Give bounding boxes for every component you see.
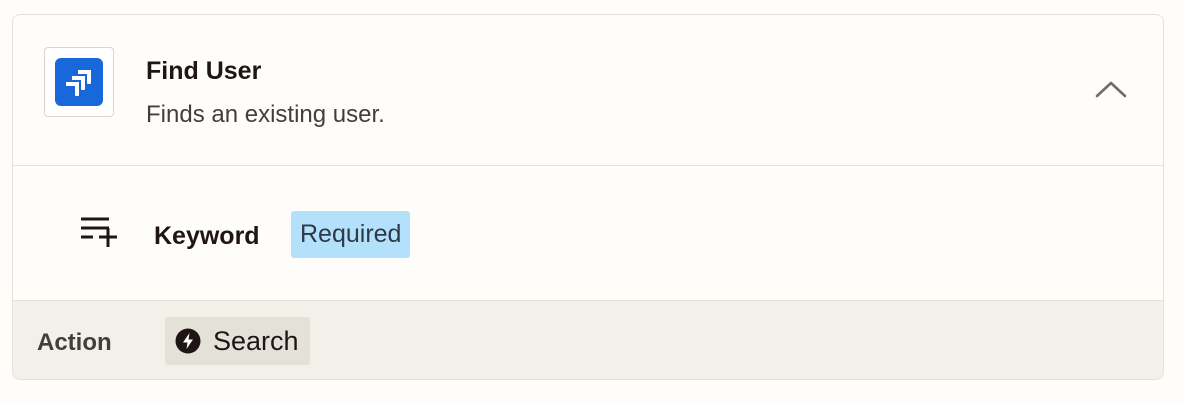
add-field-icon[interactable] [79, 214, 119, 250]
action-type-chip[interactable]: Search [165, 317, 310, 365]
field-label: Keyword [154, 222, 260, 250]
chevron-up-icon [1095, 81, 1127, 98]
step-fields: Keyword Required [13, 166, 1163, 301]
app-icon-frame [44, 47, 114, 117]
step-header[interactable]: Find User Finds an existing user. [13, 15, 1163, 166]
footer-label: Action [37, 329, 112, 356]
step-title: Find User [146, 57, 262, 85]
step-card: Find User Finds an existing user. Keywor… [12, 14, 1164, 380]
required-badge: Required [291, 211, 411, 258]
jira-logo-icon [55, 58, 103, 106]
bolt-icon [175, 328, 201, 354]
step-description: Finds an existing user. [146, 101, 385, 128]
step-footer: Action Search [13, 301, 1163, 379]
action-chip-label: Search [213, 325, 299, 356]
collapse-button[interactable] [1091, 71, 1131, 107]
